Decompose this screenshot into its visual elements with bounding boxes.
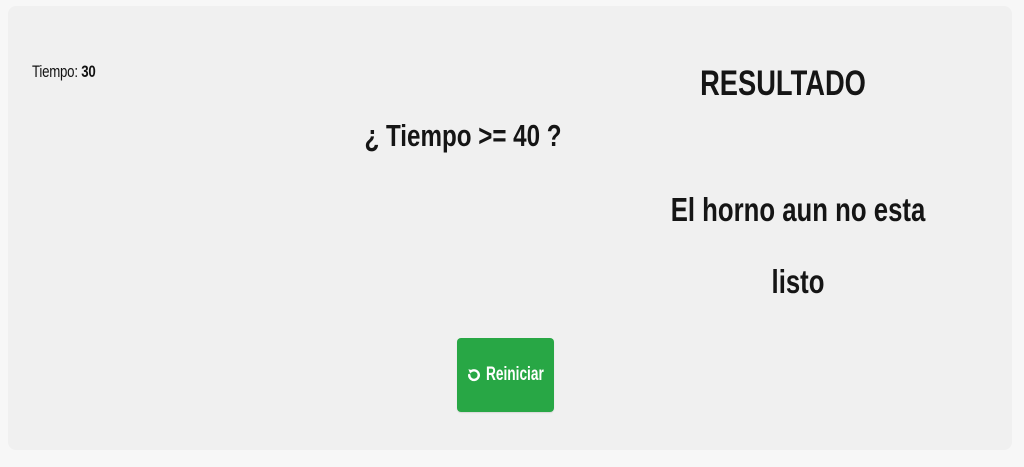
restart-button[interactable]: Reiniciar <box>457 338 554 412</box>
tiempo-label: Tiempo: <box>32 62 78 81</box>
restart-icon <box>466 367 482 383</box>
tiempo-value: 30 <box>81 62 96 81</box>
main-panel: Tiempo: 30 ¿ Tiempo >= 40 ? RESULTADO El… <box>8 6 1012 450</box>
result-message: El horno aun no esta listo <box>670 191 926 300</box>
restart-label: Reiniciar <box>486 364 545 385</box>
result-title: RESULTADO <box>700 64 866 103</box>
condition-question: ¿ Tiempo >= 40 ? <box>364 118 562 153</box>
tiempo-indicator: Tiempo: 30 <box>32 62 96 82</box>
